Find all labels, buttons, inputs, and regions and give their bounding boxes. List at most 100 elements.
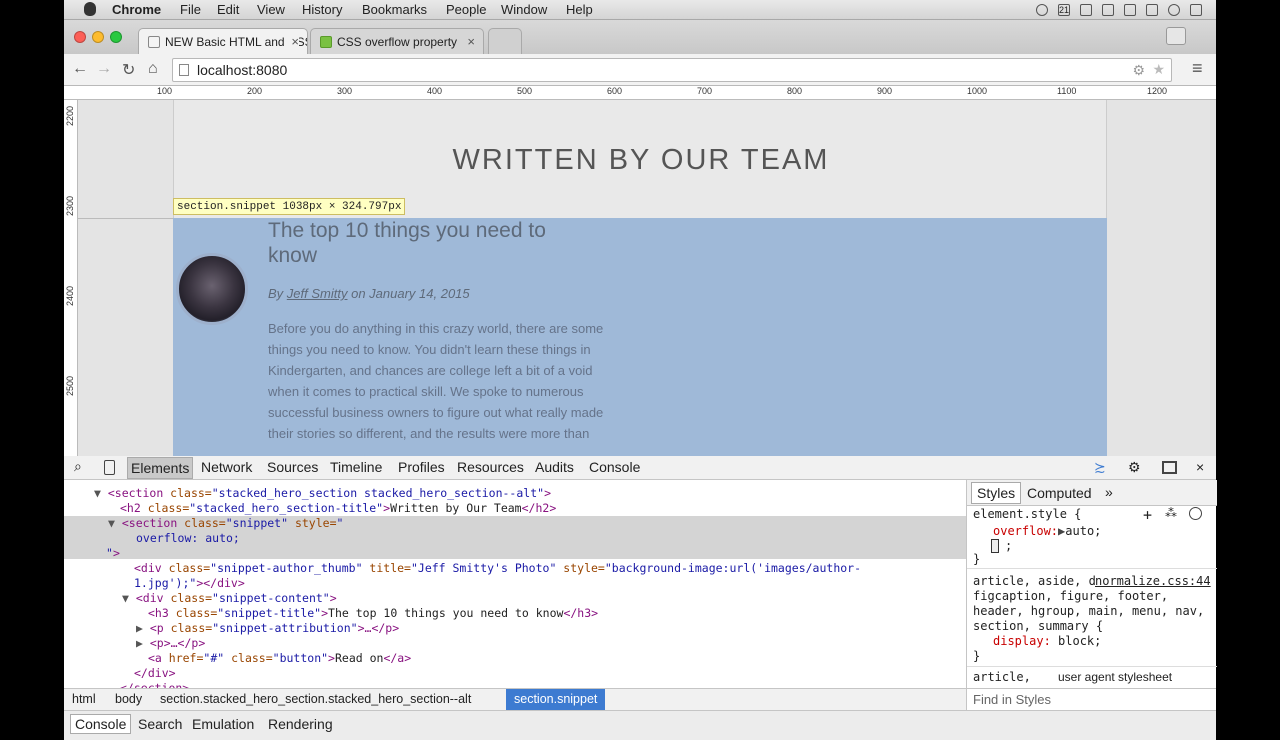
status-camera-icon[interactable] xyxy=(1102,4,1114,16)
menu-view[interactable]: View xyxy=(257,2,285,17)
tab-elements[interactable]: Elements xyxy=(127,457,194,479)
tab-close-icon[interactable]: × xyxy=(467,34,475,49)
dom-line[interactable]: ▼ <section class="stacked_hero_section s… xyxy=(94,486,551,500)
menu-app-name[interactable]: Chrome xyxy=(112,2,161,17)
attribution-date: on January 14, 2015 xyxy=(347,286,470,301)
minimize-window-icon[interactable] xyxy=(92,31,104,43)
page-icon xyxy=(179,64,189,76)
home-icon[interactable]: ⌂ xyxy=(148,60,158,78)
tab-title: CSS overflow property xyxy=(337,35,458,49)
reload-icon[interactable]: ↻ xyxy=(122,60,135,80)
dock-side-icon[interactable] xyxy=(1162,461,1177,474)
elements-dom-tree: ▼ <section class="stacked_hero_section s… xyxy=(64,480,966,690)
dom-line[interactable]: <div class="snippet-author_thumb" title=… xyxy=(134,561,861,575)
status-mic-icon[interactable] xyxy=(1124,4,1136,16)
menu-file[interactable]: File xyxy=(180,2,201,17)
style-declaration[interactable]: overflow:▶auto; xyxy=(993,524,1101,538)
style-declaration[interactable]: display: block; xyxy=(993,634,1101,648)
tab-title: NEW Basic HTML and CSS xyxy=(165,35,308,49)
crumb-html[interactable]: html xyxy=(72,692,96,706)
find-in-styles-input[interactable]: Find in Styles xyxy=(966,688,1216,710)
extension-gear-icon[interactable]: ⚙ xyxy=(1132,62,1145,79)
bookmark-star-icon[interactable]: ★ xyxy=(1152,61,1165,78)
author-link[interactable]: Jeff Smitty xyxy=(287,286,348,301)
ruler-label: 600 xyxy=(607,86,623,96)
tab-sources[interactable]: Sources xyxy=(267,459,318,475)
tab-inactive[interactable]: CSS overflow property × xyxy=(310,28,484,54)
status-display-icon[interactable] xyxy=(1146,4,1158,16)
menu-window[interactable]: Window xyxy=(501,2,547,17)
tab-styles[interactable]: Styles xyxy=(971,482,1022,504)
drawer-tab-console[interactable]: Console xyxy=(70,714,132,734)
dom-line[interactable]: ▶ <p class="snippet-attribution">…</p> xyxy=(136,621,399,635)
crumb-body[interactable]: body xyxy=(115,692,142,706)
dom-line[interactable]: <h3 class="snippet-title">The top 10 thi… xyxy=(148,606,598,620)
new-rule-icon[interactable]: + xyxy=(1143,506,1152,524)
back-icon[interactable]: ← xyxy=(72,60,88,78)
drawer-tab-emulation[interactable]: Emulation xyxy=(192,716,254,732)
dom-line[interactable]: </div> xyxy=(134,666,176,680)
forward-icon[interactable]: → xyxy=(96,60,112,78)
browser-toolbar: ← → ↻ ⌂ localhost:8080 ⚙ ★ ≡ xyxy=(64,54,1216,86)
ruler-label: 2200 xyxy=(65,105,75,126)
guide-line xyxy=(78,218,173,219)
inspect-search-icon[interactable]: ⌕ xyxy=(74,458,82,475)
apple-icon[interactable] xyxy=(84,2,96,16)
dom-line[interactable]: ▶ <p>…</p> xyxy=(136,636,205,650)
tab-computed[interactable]: Computed xyxy=(1027,485,1092,501)
drawer-toggle-icon[interactable]: ≿ xyxy=(1094,459,1106,476)
tab-timeline[interactable]: Timeline xyxy=(330,459,382,475)
status-wifi-icon[interactable] xyxy=(1190,4,1202,16)
settings-gear-icon[interactable]: ⚙ xyxy=(1128,459,1141,476)
ruler-label: 2400 xyxy=(65,285,75,306)
animations-icon[interactable] xyxy=(1189,507,1202,520)
rule-source-link[interactable]: normalize.css:44 xyxy=(1095,574,1211,588)
menu-bookmarks[interactable]: Bookmarks xyxy=(362,2,427,17)
dom-line[interactable]: <a href="#" class="button">Read on</a> xyxy=(148,651,411,665)
menu-edit[interactable]: Edit xyxy=(217,2,239,17)
toggle-state-icon[interactable]: ⁂ xyxy=(1165,506,1177,520)
drawer-tab-rendering[interactable]: Rendering xyxy=(268,716,333,732)
zoom-window-icon[interactable] xyxy=(110,31,122,43)
menu-help[interactable]: Help xyxy=(566,2,593,17)
tab-audits[interactable]: Audits xyxy=(535,459,574,475)
vertical-ruler: 2200 2300 2400 2500 xyxy=(64,100,78,456)
crumb-section-hero[interactable]: section.stacked_hero_section.stacked_her… xyxy=(160,692,471,706)
crumb-section-snippet[interactable]: section.snippet xyxy=(506,689,606,710)
dom-line[interactable]: <h2 class="stacked_hero_section-title">W… xyxy=(120,501,556,515)
dom-line[interactable]: "> xyxy=(106,546,120,560)
device-mode-icon[interactable] xyxy=(104,460,115,475)
dom-line[interactable]: ▼ <div class="snippet-content"> xyxy=(122,591,337,605)
tab-console[interactable]: Console xyxy=(589,459,640,475)
profile-icon[interactable] xyxy=(1166,27,1186,45)
close-window-icon[interactable] xyxy=(74,31,86,43)
tab-resources[interactable]: Resources xyxy=(457,459,524,475)
drawer-tab-search[interactable]: Search xyxy=(138,716,182,732)
tab-active[interactable]: NEW Basic HTML and CSS × xyxy=(138,28,308,54)
ruler-label: 100 xyxy=(157,86,173,96)
dom-line[interactable]: overflow: auto; xyxy=(136,531,240,545)
close-devtools-icon[interactable]: × xyxy=(1196,459,1204,475)
menu-history[interactable]: History xyxy=(302,2,342,17)
dom-line[interactable]: 1.jpg');"></div> xyxy=(134,576,245,590)
dom-line-selected[interactable]: ▼ <section class="snippet" style=" xyxy=(108,516,343,530)
semicolon: ; xyxy=(1005,539,1013,553)
mac-menubar: Chrome File Edit View History Bookmarks … xyxy=(64,0,1216,20)
address-bar[interactable]: localhost:8080 ⚙ ★ xyxy=(172,58,1172,82)
ruler-label: 700 xyxy=(697,86,713,96)
ruler-label: 1200 xyxy=(1147,86,1168,96)
menu-people[interactable]: People xyxy=(446,2,486,17)
snippet-attribution: By Jeff Smitty on January 14, 2015 xyxy=(268,286,470,301)
tab-profiles[interactable]: Profiles xyxy=(398,459,445,475)
status-user-icon[interactable] xyxy=(1168,4,1180,16)
status-box-icon[interactable] xyxy=(1080,4,1092,16)
status-badge-icon[interactable]: 21 xyxy=(1058,4,1070,16)
tab-close-icon[interactable]: × xyxy=(288,34,299,49)
tab-network[interactable]: Network xyxy=(201,459,252,475)
status-sync-icon[interactable] xyxy=(1036,4,1048,16)
new-property-cursor[interactable] xyxy=(991,539,999,553)
page-favicon-icon xyxy=(148,36,160,48)
new-tab-button[interactable] xyxy=(488,28,522,54)
more-tabs-icon[interactable]: » xyxy=(1105,484,1113,500)
chrome-menu-icon[interactable]: ≡ xyxy=(1192,58,1203,79)
